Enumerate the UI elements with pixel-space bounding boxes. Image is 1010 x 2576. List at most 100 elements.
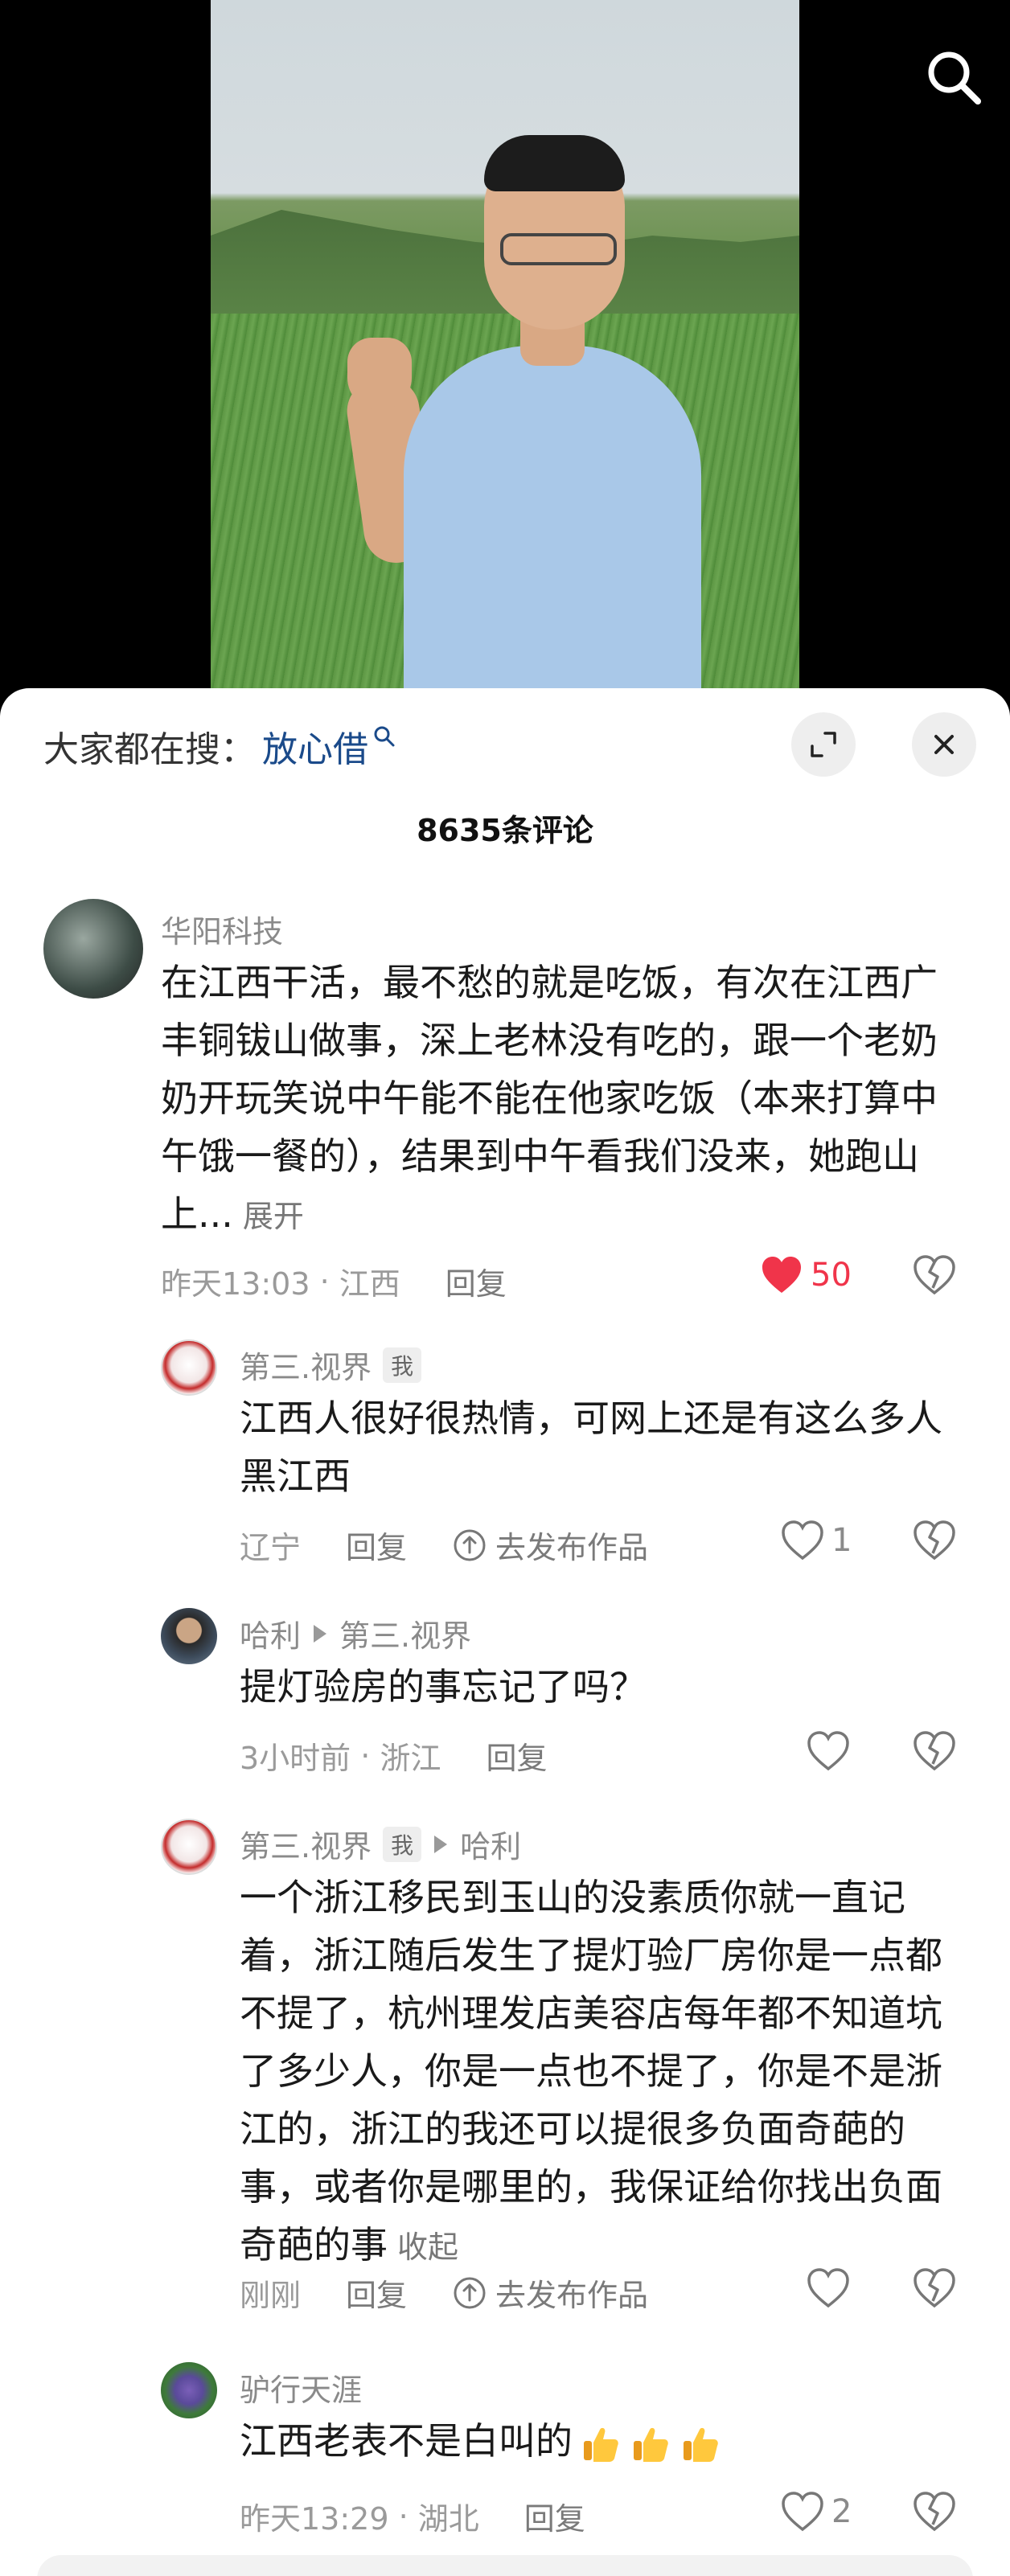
reply-meta: 辽宁 回复 去发布作品 xyxy=(240,1523,648,1567)
collapse-link[interactable]: 收起 xyxy=(397,2229,458,2265)
comment-location: 江西 xyxy=(339,1266,400,1302)
reply-username: 第三.视界 我 哈利 xyxy=(240,1822,521,1866)
reply-button[interactable]: 回复 xyxy=(346,2270,407,2315)
comment-time: 昨天13:29 xyxy=(240,2501,389,2537)
reply-text[interactable]: 提灯验房的事忘记了吗？ xyxy=(240,1658,973,1716)
close-button[interactable] xyxy=(912,712,976,777)
comment-item: 华阳科技 在江西干活，最不愁的就是吃饭，有次在江西广丰铜钹山做事，深上老林没有吃… xyxy=(0,899,1010,1302)
avatar[interactable] xyxy=(161,1339,217,1396)
reply-to-arrow-icon xyxy=(314,1624,327,1643)
like-count: 50 xyxy=(811,1257,852,1294)
heart-filled-icon xyxy=(762,1257,801,1293)
reply-text[interactable]: 一个浙江移民到玉山的没素质你就一直记着，浙江随后发生了提灯验厂房你是一点都不提了… xyxy=(240,1868,973,2276)
reply-button[interactable]: 回复 xyxy=(486,1733,547,1778)
avatar[interactable] xyxy=(161,1608,217,1664)
reply-item: 第三.视界 我 哈利 一个浙江移民到玉山的没素质你就一直记着，浙江随后发生了提灯… xyxy=(0,1819,1010,2313)
comment-time: 3小时前 xyxy=(240,1741,351,1776)
reply-username-text[interactable]: 第三.视界 xyxy=(240,1822,372,1866)
expand-link[interactable]: 展开 xyxy=(243,1199,304,1234)
comment-item: 驴行天涯 江西老表不是白叫的 昨天13:29 · 湖北 回复 2 xyxy=(0,2362,1010,2571)
thumbs-up-emoji-icon xyxy=(584,2427,618,2462)
video-person-hand xyxy=(347,338,412,410)
like-button[interactable] xyxy=(806,1730,851,1772)
like-button[interactable]: 50 xyxy=(759,1254,852,1296)
comment-meta: 昨天13:03 · 江西 回复 xyxy=(161,1259,507,1303)
reply-username-text[interactable]: 哈利 xyxy=(240,1611,301,1655)
meta-separator: · xyxy=(310,1263,339,1299)
reply-item: 第三.视界 我 江西人很好很热情，可网上还是有这么多人黑江西 辽宁 回复 去发布… xyxy=(0,1339,1010,1565)
comment-location: 浙江 xyxy=(380,1741,441,1776)
comment-text[interactable]: 在江西干活，最不愁的就是吃饭，有次在江西广丰铜钹山做事，深上老林没有吃的，跟一个… xyxy=(161,954,973,1245)
reply-item: 哈利 第三.视界 提灯验房的事忘记了吗？ 3小时前 · 浙江 回复 xyxy=(0,1608,1010,1776)
publish-work-label: 去发布作品 xyxy=(495,2278,649,2313)
thumbs-up-emoji-icon xyxy=(634,2427,668,2462)
me-badge: 我 xyxy=(383,1826,422,1862)
broken-heart-icon xyxy=(914,1255,955,1295)
dislike-button[interactable] xyxy=(912,2489,957,2537)
reply-username-text[interactable]: 第三.视界 xyxy=(240,1343,372,1387)
expand-button[interactable] xyxy=(791,712,856,777)
publish-work-button[interactable]: 去发布作品 xyxy=(452,2270,648,2315)
comment-username[interactable]: 华阳科技 xyxy=(161,907,283,951)
meta-separator: · xyxy=(388,2498,418,2534)
reply-username: 第三.视界 我 xyxy=(240,1343,422,1387)
comment-input-bar[interactable] xyxy=(37,2555,973,2576)
reply-text-content: 一个浙江移民到玉山的没素质你就一直记着，浙江随后发生了提灯验厂房你是一点都不提了… xyxy=(240,1876,942,2266)
trending-search-keyword[interactable]: 放心借 xyxy=(262,720,368,772)
comment-count-title: 8635条评论 xyxy=(417,813,593,848)
video-person-hair xyxy=(484,135,625,191)
comment-time: 刚刚 xyxy=(240,2278,302,2313)
broken-heart-icon xyxy=(914,1731,955,1771)
like-button[interactable] xyxy=(806,2267,851,2309)
broken-heart-icon xyxy=(914,2492,955,2532)
comment-time: 昨天13:03 xyxy=(161,1266,310,1302)
avatar[interactable] xyxy=(161,1819,217,1875)
broken-heart-icon xyxy=(914,1520,955,1561)
upload-circle-icon xyxy=(454,1529,486,1561)
comment-username[interactable]: 驴行天涯 xyxy=(240,2365,362,2410)
heart-outline-icon xyxy=(782,1520,823,1561)
dislike-button[interactable] xyxy=(912,1729,957,1777)
comment-meta: 昨天13:29 · 湖北 回复 xyxy=(240,2494,585,2538)
avatar[interactable] xyxy=(43,899,143,999)
video-player[interactable] xyxy=(0,0,1010,708)
search-button[interactable] xyxy=(922,45,986,109)
trending-search-prefix: 大家都在搜： xyxy=(43,729,256,770)
dislike-button[interactable] xyxy=(912,1253,957,1301)
comment-text-content: 江西老表不是白叫的 xyxy=(240,2419,573,2463)
heart-outline-icon xyxy=(782,2492,823,2532)
reply-text[interactable]: 江西人很好很热情，可网上还是有这么多人黑江西 xyxy=(240,1389,973,1505)
reply-to-username[interactable]: 哈利 xyxy=(460,1822,521,1866)
search-small-icon xyxy=(374,726,395,747)
broken-heart-icon xyxy=(914,2268,955,2308)
reply-to-username[interactable]: 第三.视界 xyxy=(339,1611,471,1655)
like-count: 1 xyxy=(831,1522,852,1559)
comment-location: 湖北 xyxy=(417,2501,479,2537)
comment-sheet-header: 大家都在搜： 放心借 8635条评论 xyxy=(0,688,1010,848)
close-icon xyxy=(934,735,954,754)
like-count: 2 xyxy=(831,2493,852,2530)
reply-meta: 刚刚 回复 去发布作品 xyxy=(240,2270,648,2315)
like-button[interactable]: 1 xyxy=(780,1520,852,1561)
comment-location: 辽宁 xyxy=(240,1530,302,1565)
reply-username: 哈利 第三.视界 xyxy=(240,1611,471,1655)
publish-work-label: 去发布作品 xyxy=(495,1530,649,1565)
like-button[interactable]: 2 xyxy=(780,2491,852,2533)
comment-text[interactable]: 江西老表不是白叫的 xyxy=(240,2412,973,2470)
heart-outline-icon xyxy=(807,2268,849,2308)
dislike-button[interactable] xyxy=(912,1518,957,1566)
me-badge: 我 xyxy=(383,1347,422,1383)
reply-button[interactable]: 回复 xyxy=(524,2494,585,2538)
avatar[interactable] xyxy=(161,2362,217,2418)
thumbs-up-emoji-icon xyxy=(684,2427,718,2462)
heart-outline-icon xyxy=(807,1731,849,1771)
reply-button[interactable]: 回复 xyxy=(346,1523,407,1567)
dislike-button[interactable] xyxy=(912,2266,957,2314)
reply-to-arrow-icon xyxy=(434,1835,448,1853)
reply-button[interactable]: 回复 xyxy=(445,1259,507,1303)
video-person-glasses xyxy=(500,233,617,265)
expand-icon xyxy=(811,732,836,757)
publish-work-button[interactable]: 去发布作品 xyxy=(452,1523,648,1567)
trending-search[interactable]: 大家都在搜： 放心借 xyxy=(43,720,396,772)
meta-separator: · xyxy=(351,1737,380,1774)
